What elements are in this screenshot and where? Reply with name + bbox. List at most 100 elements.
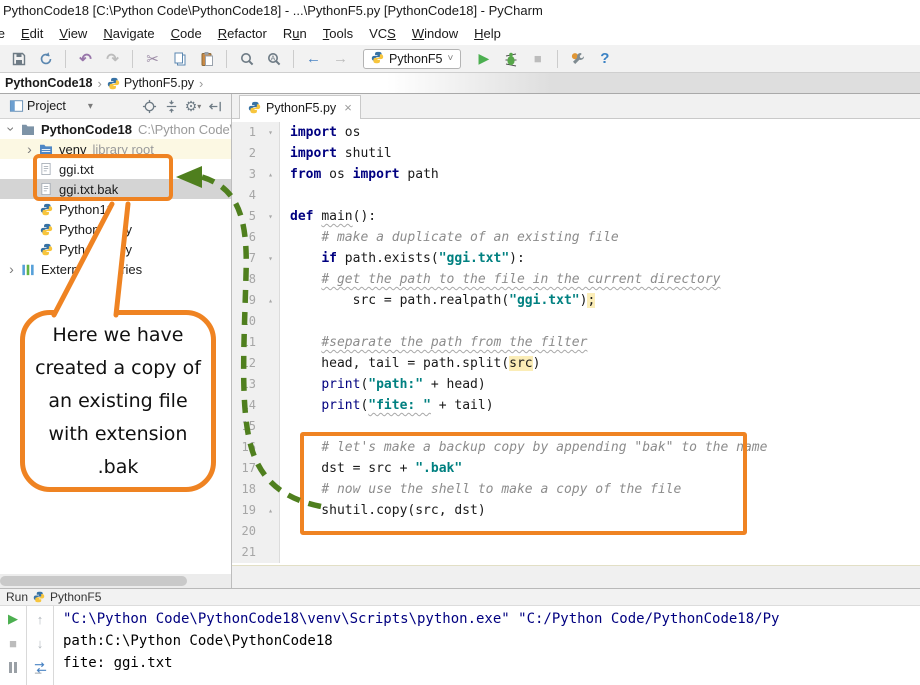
close-icon[interactable]: × xyxy=(344,100,352,115)
menu-item-window[interactable]: Window xyxy=(404,26,466,41)
menu-item-help[interactable]: Help xyxy=(466,26,509,41)
code-line-16[interactable]: 16 # let's make a backup copy by appendi… xyxy=(232,437,920,458)
forward-icon[interactable]: → xyxy=(328,48,353,70)
pause-icon[interactable] xyxy=(5,659,21,675)
fold-marker-icon[interactable]: ▴ xyxy=(262,290,280,311)
menu-item-tools[interactable]: Tools xyxy=(315,26,361,41)
code-line-5[interactable]: 5▾def main(): xyxy=(232,206,920,227)
save-icon[interactable] xyxy=(6,48,31,70)
chevron-right-icon[interactable]: › xyxy=(4,261,19,277)
code-line-21[interactable]: 21 xyxy=(232,542,920,563)
paste-icon[interactable] xyxy=(194,48,219,70)
gear-icon[interactable]: ⚙▾ xyxy=(182,96,204,116)
scrollbar-thumb[interactable] xyxy=(0,576,187,586)
run-tab-label[interactable]: PythonF5 xyxy=(50,590,101,604)
back-icon[interactable]: ← xyxy=(301,48,326,70)
line-number: 15 xyxy=(232,416,262,437)
gutter xyxy=(262,374,280,395)
code-line-12[interactable]: 12 head, tail = path.split(src) xyxy=(232,353,920,374)
project-tool-icon[interactable] xyxy=(5,96,27,116)
tree-row-external-libraries[interactable]: ›External Libraries xyxy=(0,259,231,279)
tree-row-pythonf4-py[interactable]: PythonF4.py xyxy=(0,219,231,239)
find-icon[interactable] xyxy=(234,48,259,70)
menu-item-view[interactable]: View xyxy=(51,26,95,41)
run-panel-title[interactable]: Run xyxy=(6,590,28,604)
python-icon xyxy=(37,223,55,236)
console-settings-icon[interactable] xyxy=(32,659,48,675)
fold-marker-icon[interactable]: ▴ xyxy=(262,500,280,521)
line-number: 21 xyxy=(232,542,262,563)
redo-icon[interactable]: ↷ xyxy=(100,48,125,70)
text-icon xyxy=(37,162,55,176)
line-number: 16 xyxy=(232,437,262,458)
menu-item-file[interactable]: File xyxy=(0,26,13,41)
debug-icon[interactable] xyxy=(498,48,523,70)
line-number: 13 xyxy=(232,374,262,395)
libs-icon xyxy=(19,263,37,276)
chevron-down-icon: ˅ xyxy=(448,53,454,64)
chevron-down-icon[interactable]: ▾ xyxy=(88,101,93,112)
run-toolbar-right: ↑ ↓ xyxy=(27,606,54,685)
menu-item-refactor[interactable]: Refactor xyxy=(210,26,275,41)
fold-marker-icon[interactable]: ▴ xyxy=(262,164,280,185)
undo-icon[interactable]: ↶ xyxy=(73,48,98,70)
project-panel-header: Project ▾ ⚙▾ xyxy=(0,94,231,119)
fold-marker-icon[interactable]: ▾ xyxy=(262,248,280,269)
code-line-17[interactable]: 17 dst = src + ".bak" xyxy=(232,458,920,479)
tree-row-pythoncode18[interactable]: ›PythonCode18C:\Python Code\Pyt xyxy=(0,119,231,139)
code-line-19[interactable]: 19▴ shutil.copy(src, dst) xyxy=(232,500,920,521)
gutter xyxy=(262,353,280,374)
cut-icon[interactable]: ✂ xyxy=(140,48,165,70)
chevron-right-icon[interactable]: › xyxy=(22,141,37,157)
rerun-button[interactable]: ▶ xyxy=(5,611,21,627)
sync-icon[interactable] xyxy=(33,48,58,70)
code-line-7[interactable]: 7▾ if path.exists("ggi.txt"): xyxy=(232,248,920,269)
code-area[interactable]: 1▾import os2import shutil3▴from os impor… xyxy=(232,119,920,565)
chevron-down-icon[interactable]: › xyxy=(4,121,19,137)
gutter xyxy=(262,416,280,437)
copy-icon[interactable] xyxy=(167,48,192,70)
code-line-18[interactable]: 18 # now use the shell to make a copy of… xyxy=(232,479,920,500)
collapse-all-icon[interactable] xyxy=(160,96,182,116)
menu-item-run[interactable]: Run xyxy=(275,26,315,41)
run-button[interactable]: ▶ xyxy=(471,48,496,70)
locate-file-icon[interactable] xyxy=(138,96,160,116)
callout-bubble: Here we have created a copy of an existi… xyxy=(20,310,216,492)
tree-row-ggi-txt[interactable]: ggi.txt xyxy=(0,159,231,179)
code-line-20[interactable]: 20 xyxy=(232,521,920,542)
line-number: 11 xyxy=(232,332,262,353)
code-line-14[interactable]: 14 print("fite: " + tail) xyxy=(232,395,920,416)
code-line-2[interactable]: 2import shutil xyxy=(232,143,920,164)
tree-row-python18f3[interactable]: Python18F3 xyxy=(0,199,231,219)
code-line-13[interactable]: 13 print("path:" + head) xyxy=(232,374,920,395)
hide-panel-icon[interactable] xyxy=(204,96,226,116)
tree-row-pythonf5-py[interactable]: PythonF5.py xyxy=(0,239,231,259)
run-config-select[interactable]: PythonF5 ˅ xyxy=(363,49,461,69)
code-line-3[interactable]: 3▴from os import path xyxy=(232,164,920,185)
code-line-8[interactable]: 8 # get the path to the file in the curr… xyxy=(232,269,920,290)
window-title: PythonCode18 [C:\Python Code\PythonCode1… xyxy=(3,3,543,18)
menu-item-navigate[interactable]: Navigate xyxy=(95,26,162,41)
tree-row-venv[interactable]: ›venvlibrary root xyxy=(0,139,231,159)
code-line-6[interactable]: 6 # make a duplicate of an existing file xyxy=(232,227,920,248)
code-line-11[interactable]: 11 #separate the path from the filter xyxy=(232,332,920,353)
breadcrumb-file[interactable]: PythonF5.py xyxy=(124,76,194,90)
code-line-9[interactable]: 9▴ src = path.realpath("ggi.txt"); xyxy=(232,290,920,311)
code-line-15[interactable]: 15 xyxy=(232,416,920,437)
tree-row-ggi-txt-bak[interactable]: ggi.txt.bak xyxy=(0,179,231,199)
fold-marker-icon[interactable]: ▾ xyxy=(262,122,280,143)
fold-marker-icon[interactable]: ▾ xyxy=(262,206,280,227)
breadcrumb-project[interactable]: PythonCode18 xyxy=(5,76,93,90)
menu-item-vcs[interactable]: VCS xyxy=(361,26,404,41)
help-icon[interactable]: ? xyxy=(592,48,617,70)
code-line-1[interactable]: 1▾import os xyxy=(232,122,920,143)
menu-item-code[interactable]: Code xyxy=(163,26,210,41)
project-panel-title[interactable]: Project xyxy=(27,99,66,113)
code-line-4[interactable]: 4 xyxy=(232,185,920,206)
replace-icon[interactable]: A xyxy=(261,48,286,70)
code-line-10[interactable]: 10 xyxy=(232,311,920,332)
menu-item-edit[interactable]: Edit xyxy=(13,26,51,41)
code-text xyxy=(280,542,290,563)
settings-wrench-icon[interactable] xyxy=(565,48,590,70)
editor-tab-pythonf5[interactable]: PythonF5.py × xyxy=(239,95,361,119)
